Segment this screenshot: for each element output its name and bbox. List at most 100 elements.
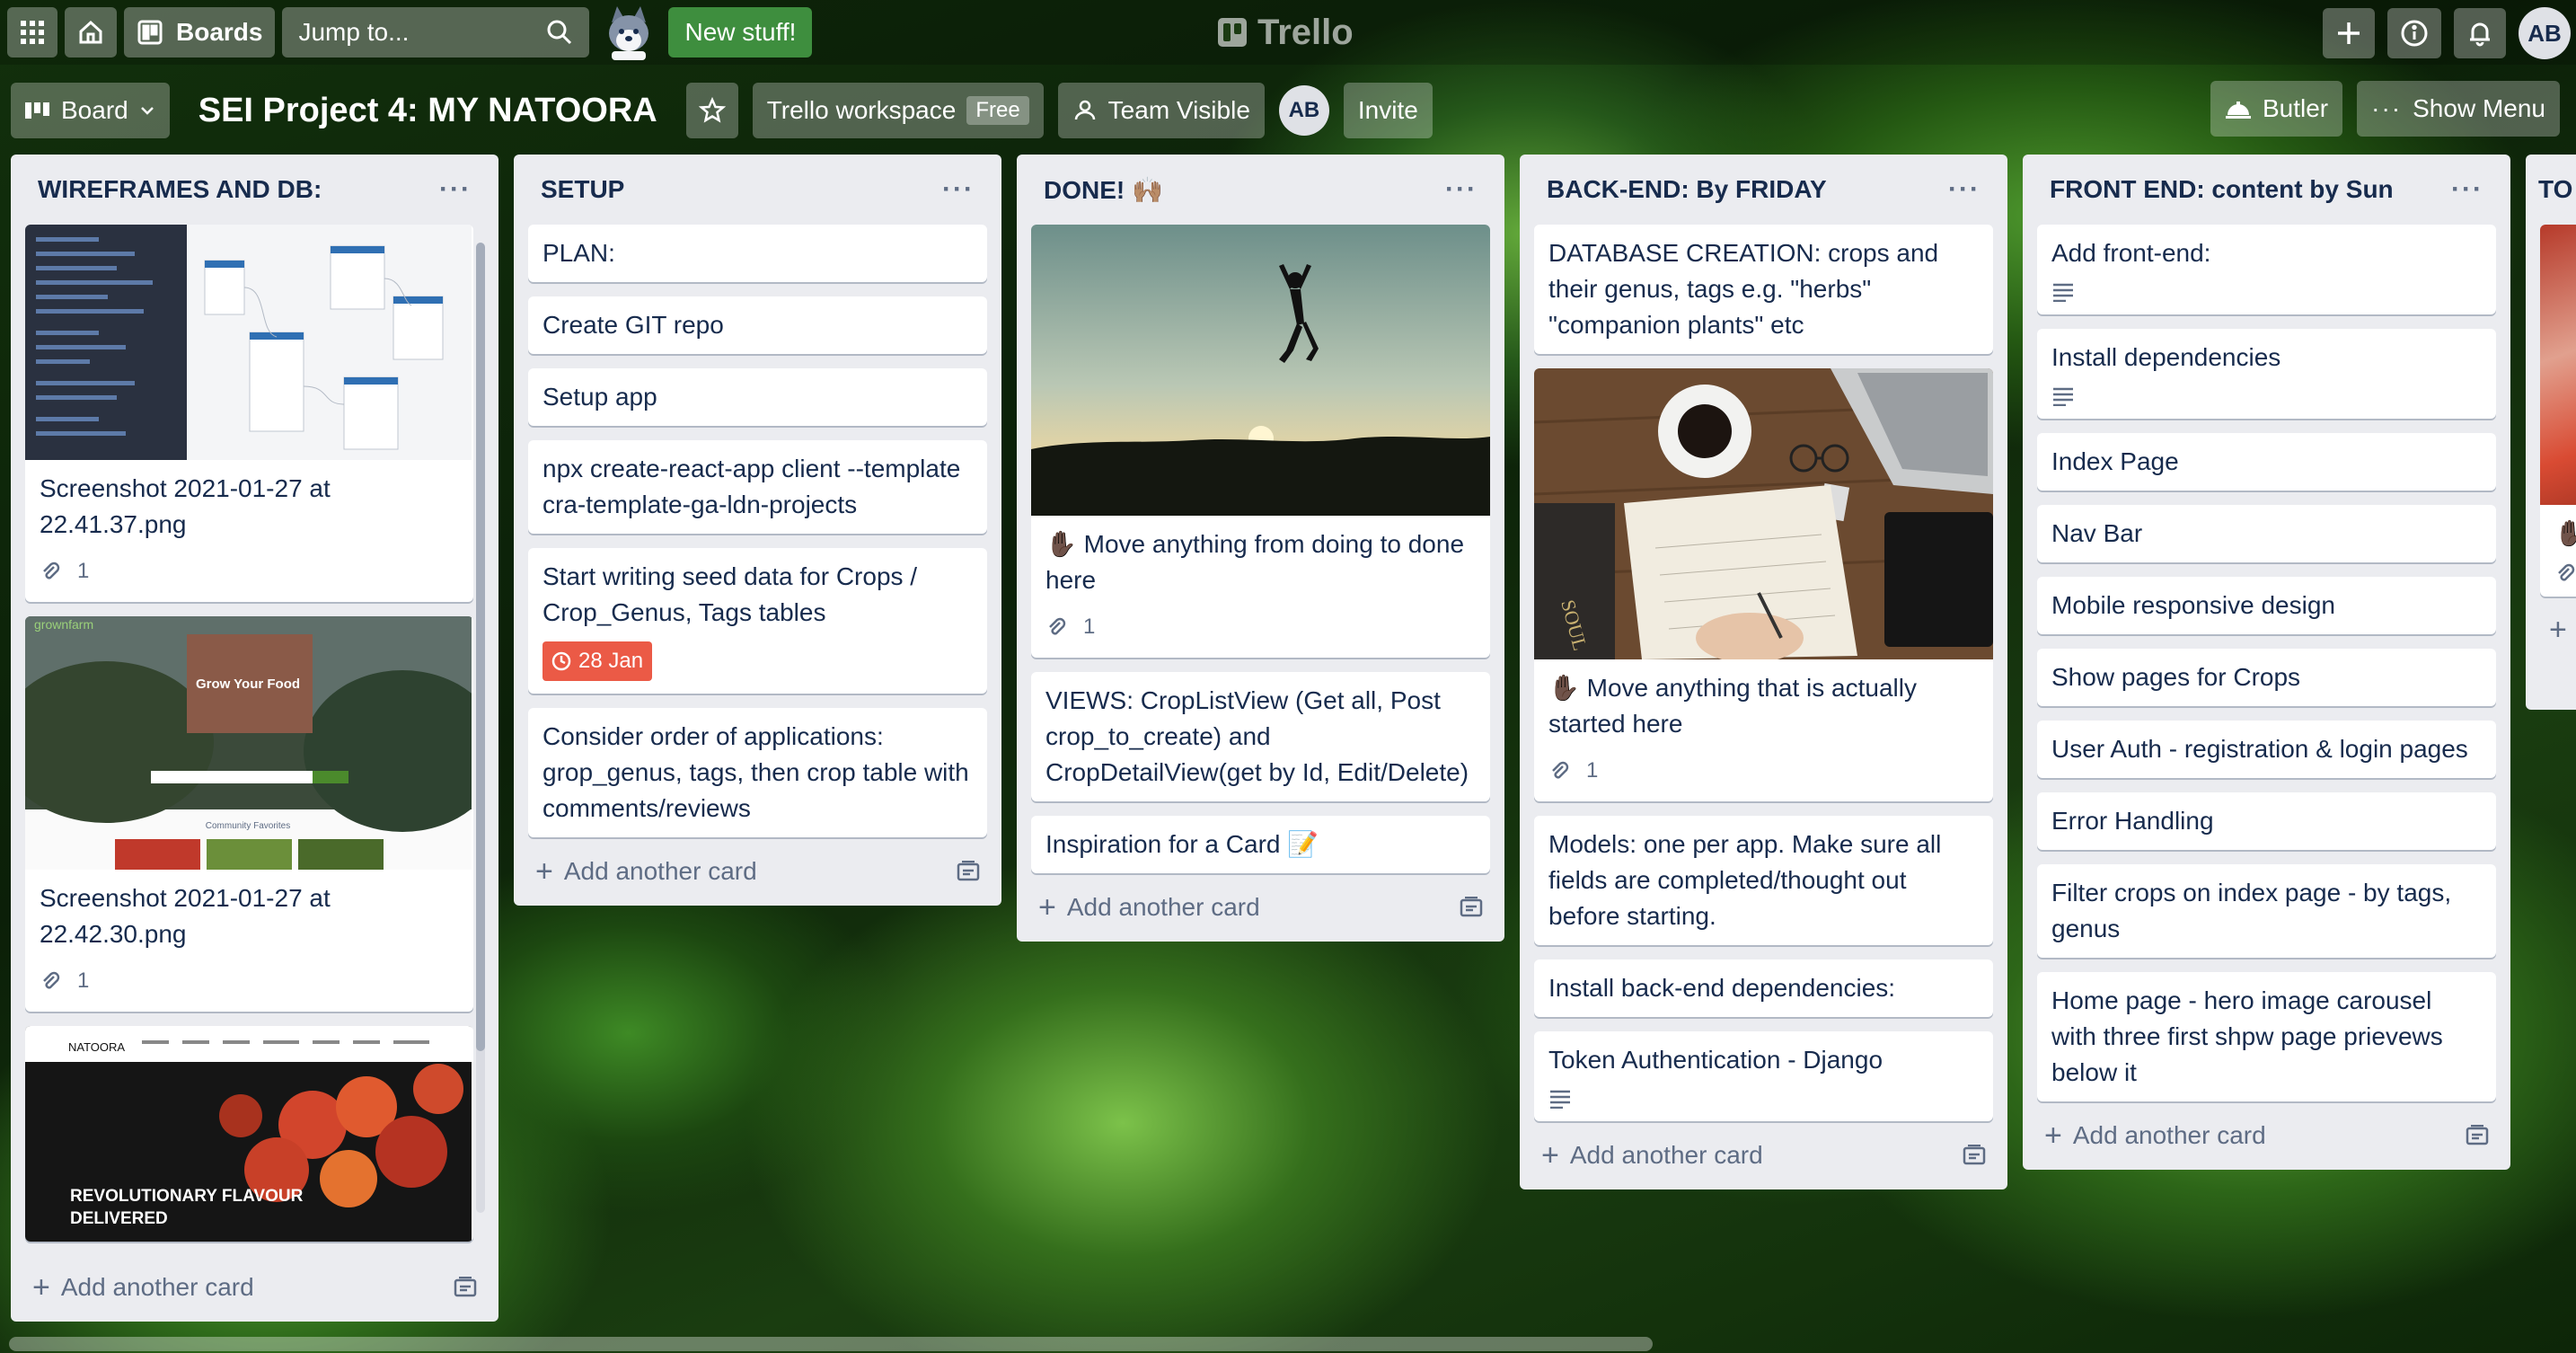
list-menu-button[interactable]: ··· [439,174,472,205]
list-card[interactable]: grownfarm Grow Your Food Community Favor… [25,616,473,1012]
create-button[interactable] [2323,8,2375,58]
list-card[interactable]: Consider order of applications: grop_gen… [528,708,987,837]
invite-button[interactable]: Invite [1343,83,1433,138]
notifications-button[interactable] [2454,8,2506,58]
list-card[interactable]: Setup app [528,368,987,426]
list-card[interactable]: Show pages for Crops [2037,649,2496,706]
board-horizontal-scrollbar[interactable] [9,1337,1653,1351]
add-card-label: Add another card [60,1273,254,1301]
card-title: Show pages for Crops [2051,663,2301,691]
card-title: npx create-react-app client --template c… [543,455,961,518]
card-title: Inspiration for a Card 📝 [1045,830,1319,858]
add-card-button[interactable]: + Add another card [11,1253,498,1322]
board-view-switcher[interactable]: Board [11,83,170,138]
list-menu-button[interactable]: ··· [2451,174,2483,205]
list-card[interactable]: Screenshot 2021-01-27 at 22.41.37.png 1 [25,225,473,602]
board-member-avatar[interactable]: AB [1278,85,1329,136]
list-setup: SETUP ··· PLAN: Create GIT repo Setup ap… [514,155,1001,906]
list-title[interactable]: TO [2538,175,2572,204]
list-header: FRONT END: content by Sun ··· [2023,155,2510,225]
info-button[interactable] [2387,8,2441,58]
list-title[interactable]: FRONT END: content by Sun [2050,175,2394,204]
list-card[interactable]: npx create-react-app client --template c… [528,440,987,534]
home-icon [79,20,102,44]
visibility-button[interactable]: Team Visible [1057,83,1265,138]
show-menu-label: Show Menu [2413,94,2545,122]
due-date-badge[interactable]: 28 Jan [543,641,653,681]
add-card-button[interactable]: + Add another card [2023,1101,2510,1170]
card-title: Screenshot 2021-01-27 at 22.41.37.png [40,474,331,538]
list-header: SETUP ··· [514,155,1001,225]
list-card[interactable]: Inspiration for a Card 📝 [1031,816,1490,873]
list-card[interactable]: ✋🏿 Move anything from doing to done here… [1031,225,1490,658]
list-menu-button[interactable]: ··· [1445,174,1478,205]
trello-logo[interactable]: Trello [1218,11,1354,54]
list-card[interactable]: User Auth - registration & login pages [2037,721,2496,778]
list-card[interactable]: Add front-end: [2037,225,2496,314]
list-card[interactable]: Create GIT repo [528,296,987,354]
list-card[interactable]: DATABASE CREATION: crops and their genus… [1534,225,1993,354]
user-avatar[interactable]: AB [2519,7,2571,59]
butler-button[interactable]: Butler [2210,81,2343,137]
list-title[interactable]: WIREFRAMES AND DB: [38,175,322,204]
list-card[interactable]: Home page - hero image carousel with thr… [2037,972,2496,1101]
apps-grid-button[interactable] [7,7,57,57]
list-menu-button[interactable]: ··· [1948,174,1981,205]
trello-logo-icon [1218,18,1247,47]
template-icon[interactable] [2466,1125,2489,1146]
list-card[interactable]: Token Authentication - Django [1534,1031,1993,1121]
template-icon[interactable] [1963,1145,1986,1166]
workspace-button[interactable]: Trello workspace Free [752,83,1044,138]
list-card[interactable]: Mobile responsive design [2037,577,2496,634]
list-card[interactable]: NATOORA REVOLUTIONARY FLAVOUR DELIVERED [25,1026,473,1242]
add-card-button[interactable]: + Add another card [1520,1121,2007,1189]
list-card[interactable]: SOUL ✋🏿 Move anything that is actually s… [1534,368,1993,801]
list-scrollbar[interactable] [476,243,485,1213]
card-title: Filter crops on index page - by tags, ge… [2051,879,2452,942]
boards-button[interactable]: Boards [124,7,276,57]
card-title: Screenshot 2021-01-27 at 22.42.30.png [40,884,331,948]
list-card[interactable]: ✋🏿 [2540,225,2576,597]
list-card[interactable]: PLAN: [528,225,987,282]
list-card[interactable]: VIEWS: CropListView (Get all, Post crop_… [1031,672,1490,801]
search-input[interactable]: Jump to... [282,7,590,57]
list-card[interactable]: Error Handling [2037,792,2496,850]
list-card[interactable]: Nav Bar [2037,505,2496,562]
plus-icon: + [1541,1137,1559,1172]
list-card[interactable]: Index Page [2037,433,2496,491]
template-icon[interactable] [1460,897,1483,918]
taco-mascot-icon[interactable] [596,4,661,61]
home-button[interactable] [65,7,117,57]
attachment-icon [2558,563,2575,581]
attachment-icon [1552,761,1569,779]
list-wireframes-and-db: WIREFRAMES AND DB: ··· Screenshot 2021-0… [11,155,498,1322]
description-icon [2053,387,2073,406]
list-card[interactable]: Install dependencies [2037,329,2496,419]
show-menu-button[interactable]: ··· Show Menu [2357,81,2560,137]
card-title: Setup app [543,383,657,411]
template-icon[interactable] [957,861,980,882]
list-scrollbar-thumb[interactable] [476,243,485,1051]
board-icon [137,20,163,45]
star-board-button[interactable] [685,83,738,138]
card-title: User Auth - registration & login pages [2051,735,2468,763]
add-card-label: Add another card [563,857,757,885]
list-title[interactable]: BACK-END: By FRIDAY [1547,175,1827,204]
list-menu-button[interactable]: ··· [942,174,975,205]
list-card[interactable]: Install back-end dependencies: [1534,959,1993,1017]
add-card-button[interactable]: + Add another card [1017,873,1504,942]
new-stuff-button[interactable]: New stuff! [668,7,813,57]
list-title[interactable]: SETUP [541,175,624,204]
add-card-button[interactable]: + Add another card [514,837,1001,906]
board-title[interactable]: SEI Project 4: MY NATOORA [184,83,672,138]
list-card[interactable]: Filter crops on index page - by tags, ge… [2037,864,2496,958]
list-title[interactable]: DONE! 🙌🏽 [1044,175,1163,205]
plus-icon[interactable]: + [2540,597,2576,664]
board-view-icon [25,102,49,119]
list-back-end: BACK-END: By FRIDAY ··· DATABASE CREATIO… [1520,155,2007,1189]
list-card[interactable]: Models: one per app. Make sure all field… [1534,816,1993,945]
card-title: Start writing seed data for Crops / Crop… [543,562,918,626]
template-icon[interactable] [454,1277,477,1298]
list-card[interactable]: Start writing seed data for Crops / Crop… [528,548,987,694]
cover-heading: Grow Your Food [196,676,300,692]
